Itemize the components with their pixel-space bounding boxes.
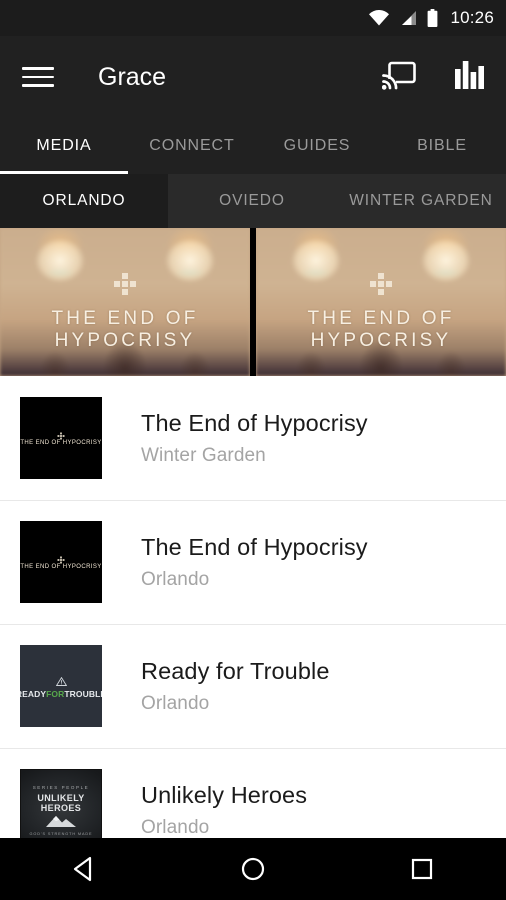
- thumbnail-arc-text: SERIES PEOPLE: [32, 784, 90, 790]
- list-item-subtitle: Orlando: [141, 568, 210, 590]
- list-item-text: The End of Hypocrisy Winter Garden: [141, 410, 368, 467]
- cross-icon: [57, 426, 65, 440]
- list-item-title: The End of Hypocrisy: [141, 409, 368, 436]
- tab-bible-label: BIBLE: [417, 137, 467, 154]
- thumbnail-word-trouble: TROUBLE: [64, 688, 102, 699]
- subtab-orlando[interactable]: ORLANDO: [0, 174, 168, 228]
- tab-media[interactable]: MEDIA: [0, 118, 128, 174]
- featured-card[interactable]: THE END OF HYPOCRISY: [0, 228, 250, 376]
- featured-card[interactable]: THE END OF HYPOCRISY: [256, 228, 506, 376]
- subtab-oviedo[interactable]: OVIEDO: [168, 174, 336, 228]
- thumbnail-art: READYFORTROUBLE: [20, 674, 102, 699]
- thumbnail-title: THE END OF HYPOCRISY: [20, 439, 102, 446]
- status-bar: 10:26: [0, 0, 506, 36]
- featured-card-title: THE END OF HYPOCRISY: [51, 307, 199, 351]
- hamburger-menu-icon[interactable]: [22, 67, 54, 87]
- cross-icon: [114, 273, 136, 296]
- signal-icon: [399, 10, 418, 26]
- tab-media-label: MEDIA: [36, 137, 92, 154]
- thumbnail-title: THE END OF HYPOCRISY: [20, 563, 102, 570]
- list-item-text: Ready for Trouble Orlando: [141, 658, 330, 715]
- android-nav-bar: [0, 838, 506, 900]
- church-artwork: [0, 228, 250, 376]
- subtab-oviedo-label: OVIEDO: [219, 192, 285, 209]
- equalizer-icon[interactable]: [454, 60, 484, 94]
- app-bar: Grace: [0, 36, 506, 118]
- list-item-text: Unlikely Heroes Orlando: [141, 782, 307, 839]
- thumbnail-title: READYFORTROUBLE: [20, 690, 102, 699]
- tab-guides[interactable]: GUIDES: [256, 118, 378, 174]
- tab-bible[interactable]: BIBLE: [378, 118, 506, 174]
- thumbnail-subtitle: GOD'S STRENGTH MADE: [29, 831, 93, 836]
- page-title: Grace: [98, 62, 167, 91]
- subtab-orlando-label: ORLANDO: [42, 192, 126, 209]
- thumbnail-word-for: FOR: [46, 688, 65, 699]
- tab-connect-label: CONNECT: [149, 137, 235, 154]
- back-icon[interactable]: [39, 856, 129, 882]
- thumbnail-word-ready: READY: [20, 688, 47, 699]
- list-item-subtitle: Orlando: [141, 692, 210, 714]
- thumbnail-art: SERIES PEOPLE UNLIKELY HEROES GOD'S STRE…: [21, 785, 101, 836]
- thumbnail: THE END OF HYPOCRISY: [20, 521, 102, 603]
- media-list: THE END OF HYPOCRISY The End of Hypocris…: [0, 376, 506, 872]
- recents-icon[interactable]: [377, 857, 467, 881]
- list-item[interactable]: THE END OF HYPOCRISY The End of Hypocris…: [0, 500, 506, 624]
- battery-icon: [427, 9, 438, 27]
- main-tab-bar: MEDIA CONNECT GUIDES BIBLE: [0, 118, 506, 174]
- cross-icon: [370, 273, 392, 296]
- app-root: 10:26 Grace MEDIA CONNECT GUIDES BIBLE O…: [0, 0, 506, 900]
- thumbnail: READYFORTROUBLE: [20, 645, 102, 727]
- tab-guides-label: GUIDES: [283, 137, 351, 154]
- cross-icon: [57, 550, 65, 564]
- list-item-subtitle: Winter Garden: [141, 444, 266, 466]
- list-item-title: The End of Hypocrisy: [141, 533, 368, 560]
- subtab-winter-garden[interactable]: WINTER GARDEN: [336, 174, 506, 228]
- campus-tab-bar: ORLANDO OVIEDO WINTER GARDEN: [0, 174, 506, 228]
- subtab-winter-garden-label: WINTER GARDEN: [349, 192, 493, 209]
- status-time: 10:26: [450, 8, 494, 27]
- cast-icon[interactable]: [381, 60, 416, 95]
- tab-connect[interactable]: CONNECT: [128, 118, 256, 174]
- home-icon[interactable]: [208, 856, 298, 882]
- thumbnail-title: UNLIKELY HEROES: [37, 792, 85, 813]
- thumbnail: THE END OF HYPOCRISY: [20, 397, 102, 479]
- app-bar-actions: [381, 60, 484, 95]
- list-item-title: Ready for Trouble: [141, 657, 330, 684]
- list-item-subtitle: Orlando: [141, 816, 210, 838]
- featured-carousel[interactable]: THE END OF HYPOCRISY THE END OF HYPOCRIS…: [0, 228, 506, 376]
- wifi-icon: [368, 10, 390, 26]
- list-item-title: Unlikely Heroes: [141, 781, 308, 808]
- mountain-icon: [44, 814, 78, 831]
- church-artwork: [256, 228, 506, 376]
- featured-card-title: THE END OF HYPOCRISY: [307, 307, 455, 351]
- list-item[interactable]: READYFORTROUBLE Ready for Trouble Orland…: [0, 624, 506, 748]
- warning-triangle-icon: [55, 673, 67, 690]
- list-item[interactable]: THE END OF HYPOCRISY The End of Hypocris…: [0, 376, 506, 500]
- list-item-text: The End of Hypocrisy Orlando: [141, 534, 368, 591]
